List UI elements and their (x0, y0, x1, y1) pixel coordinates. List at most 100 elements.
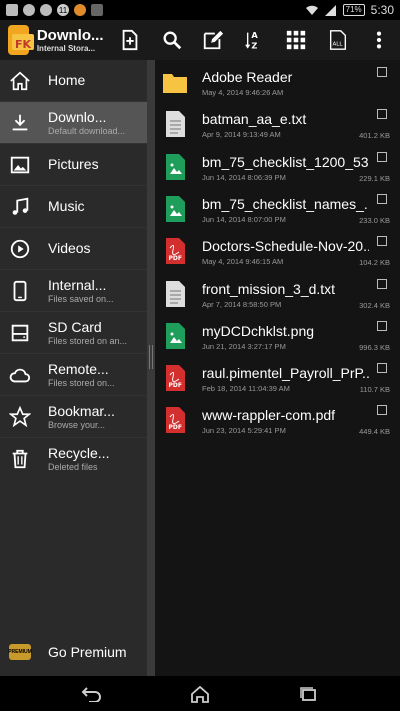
notif-icon (74, 4, 86, 16)
file-name: Doctors-Schedule-Nov-20... (202, 238, 369, 255)
file-row[interactable]: front_mission_3_d.txt Apr 7, 2014 8:58:50… (155, 272, 400, 314)
go-premium-label: Go Premium (48, 644, 127, 660)
sidebar-item-label: Recycle... (48, 445, 110, 461)
file-size: 401.2 KB (359, 131, 390, 141)
file-checkbox[interactable] (377, 151, 387, 162)
sidebar-item-home[interactable]: Home (0, 60, 147, 102)
edit-button[interactable] (193, 20, 235, 60)
sidebar-item-remote[interactable]: Remote... Files stored on... (0, 354, 147, 396)
file-checkbox[interactable] (377, 193, 387, 204)
pdf-file-icon: PDF (166, 407, 185, 434)
more-options-button[interactable] (359, 20, 400, 60)
file-row[interactable]: myDCDchklst.png Jun 21, 2014 3:27:17 PM 99… (155, 314, 400, 356)
sidebar-item-sub: Files stored on... (48, 378, 115, 388)
file-checkbox[interactable] (377, 278, 387, 289)
file-row[interactable]: PDF www-rappler-com.pdf Jun 23, 2014 5:29:… (155, 398, 400, 440)
file-row[interactable]: bm_75_checklist_1200_53... Jun 14, 2014 8… (155, 145, 400, 187)
file-date: Feb 18, 2014 11:04:39 AM (202, 384, 290, 394)
download-icon (12, 114, 28, 131)
sidebar-item-downloads[interactable]: Downlo... Default download... (0, 102, 147, 144)
wifi-icon (305, 5, 318, 15)
sidebar-item-sub: Files saved on... (48, 294, 114, 304)
svg-text:Z: Z (251, 40, 257, 50)
file-name: myDCDchklst.png (202, 322, 315, 339)
file-name: front_mission_3_d.txt (202, 280, 336, 297)
notif-icon (23, 4, 35, 16)
home-button[interactable] (188, 684, 212, 704)
file-name: batman_aa_e.txt (202, 111, 307, 128)
file-name: raul.pimentel_Payroll_PrP... (202, 365, 369, 382)
file-list: Adobe Reader May 4, 2014 9:46:26 AM batman… (155, 60, 400, 676)
cloud-icon (9, 368, 31, 383)
file-checkbox[interactable] (377, 67, 387, 77)
grid-view-button[interactable] (276, 20, 318, 60)
sidebar-item-label: SD Card (48, 319, 102, 335)
image-file-icon (166, 153, 185, 180)
pane-resize-handle[interactable] (149, 345, 153, 369)
sidebar-item-sub: Default download... (48, 126, 126, 136)
file-date: Jun 14, 2014 8:07:00 PM (202, 214, 286, 224)
file-name: bm_75_checklist_1200_53... (202, 153, 369, 170)
cat-notif-icon (91, 4, 103, 16)
videos-icon (10, 239, 30, 259)
sidebar-item-pictures[interactable]: Pictures (0, 144, 147, 186)
sidebar-item-bookmarks[interactable]: Bookmar... Browse your... (0, 396, 147, 438)
gallery-notif-icon (6, 4, 18, 16)
text-file-icon (166, 280, 185, 307)
notif-count-icon: 11 (57, 4, 69, 16)
sidebar-item-sd-card[interactable]: SD Card Files stored on an... (0, 312, 147, 354)
file-name: www-rappler-com.pdf (202, 407, 336, 424)
file-size: 449.4 KB (359, 427, 390, 437)
sidebar-item-videos[interactable]: Videos (0, 228, 147, 270)
file-checkbox[interactable] (377, 109, 387, 120)
file-row[interactable]: batman_aa_e.txt Apr 9, 2014 9:13:49 AM 401… (155, 102, 400, 144)
star-icon (9, 406, 31, 428)
file-checkbox[interactable] (377, 236, 387, 247)
back-button[interactable] (80, 684, 104, 704)
pdf-badge: PDF (169, 382, 182, 389)
sidebar-item-recycle-bin[interactable]: Recycle... Deleted files (0, 438, 147, 480)
file-row[interactable]: bm_75_checklist_names_... Jun 14, 2014 8:… (155, 187, 400, 229)
go-premium-button[interactable]: PREMIUM Go Premium (0, 632, 147, 672)
edit-icon (204, 30, 224, 50)
sidebar-item-label: Home (48, 72, 86, 88)
file-row[interactable]: PDF Doctors-Schedule-Nov-20... May 4, 2014… (155, 229, 400, 271)
file-checkbox[interactable] (377, 320, 387, 331)
sidebar-item-label: Remote... (48, 361, 109, 377)
back-icon (81, 686, 101, 702)
signal-icon (324, 4, 336, 16)
image-file-icon (166, 195, 185, 222)
pdf-badge: PDF (169, 424, 182, 431)
app-logo[interactable]: FK (8, 25, 34, 55)
sidebar-item-internal-storage[interactable]: Internal... Files saved on... (0, 270, 147, 312)
file-checkbox[interactable] (377, 405, 387, 416)
select-all-button[interactable]: ALL (317, 20, 359, 60)
sd-card-icon (11, 324, 29, 342)
navigation-drawer: Home Downlo... Default download... Pictur… (0, 60, 147, 676)
sort-az-icon: AZ (245, 30, 258, 50)
file-date: Apr 9, 2014 9:13:49 AM (202, 130, 281, 140)
file-size: 229.1 KB (359, 173, 390, 183)
search-button[interactable] (151, 20, 193, 60)
music-icon (12, 197, 29, 215)
grid-view-icon (287, 30, 306, 50)
sidebar-item-sub: Browse your... (48, 420, 106, 430)
home-nav-icon (191, 685, 209, 703)
file-checkbox[interactable] (377, 363, 387, 374)
file-row[interactable]: Adobe Reader May 4, 2014 9:46:26 AM (155, 60, 400, 102)
search-icon (163, 31, 181, 50)
file-row[interactable]: PDF raul.pimentel_Payroll_PrP... Feb 18, 2… (155, 356, 400, 398)
add-file-button[interactable] (110, 20, 152, 60)
sidebar-item-label: Videos (48, 240, 91, 256)
toolbar-title-block: Downlo... Internal Stora... (37, 27, 104, 53)
status-bar: 11 71% 5:30 (0, 0, 400, 20)
file-date: May 4, 2014 9:46:26 AM (202, 88, 284, 97)
sort-button[interactable]: AZ (234, 20, 276, 60)
sidebar-item-music[interactable]: Music (0, 186, 147, 228)
recent-apps-icon (300, 686, 316, 701)
app-logo-text: FK (15, 38, 32, 51)
battery-indicator: 71% (342, 4, 365, 16)
recent-apps-button[interactable] (296, 684, 320, 704)
pictures-icon (10, 156, 30, 174)
sidebar-item-label: Bookmar... (48, 403, 115, 419)
